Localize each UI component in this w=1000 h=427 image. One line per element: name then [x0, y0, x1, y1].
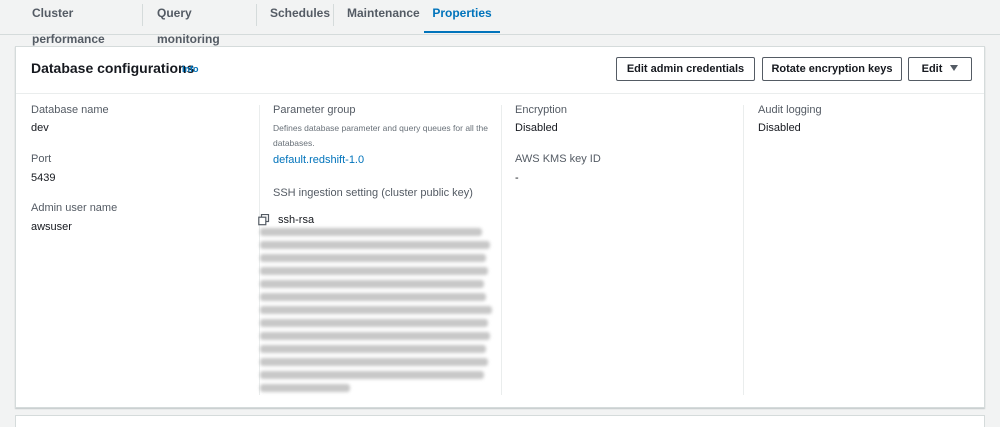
column-divider — [743, 105, 744, 395]
tab-cluster-performance[interactable]: Cluster performance — [32, 0, 147, 46]
database-configurations-panel: Database configurations Info Edit admin … — [15, 46, 985, 408]
admin-user-name-label: Admin user name — [31, 202, 118, 214]
tab-bar: Cluster performance Query monitoring Sch… — [0, 0, 1000, 46]
parameter-group-link[interactable]: default.redshift-1.0 — [273, 154, 364, 166]
panel-title: Database configurations — [31, 60, 195, 76]
tab-separator — [333, 4, 334, 26]
kms-key-id-value: - — [515, 172, 519, 184]
port-value: 5439 — [31, 172, 56, 184]
audit-logging-value: Disabled — [758, 122, 801, 134]
tab-query-monitoring[interactable]: Query monitoring — [157, 0, 257, 46]
edit-dropdown-button[interactable]: Edit — [908, 57, 972, 81]
ssh-ingestion-label: SSH ingestion setting (cluster public ke… — [273, 187, 473, 199]
info-link[interactable]: Info — [182, 64, 199, 74]
tab-schedules[interactable]: Schedules — [270, 0, 335, 33]
tab-properties[interactable]: Properties — [424, 0, 500, 33]
parameter-group-label: Parameter group — [273, 104, 356, 116]
database-name-value: dev — [31, 122, 49, 134]
edit-button-label: Edit — [921, 63, 943, 75]
database-name-label: Database name — [31, 104, 109, 116]
ssh-key-prefix: ssh-rsa — [278, 214, 315, 226]
panel-header: Database configurations Info Edit admin … — [16, 47, 984, 94]
copy-icon[interactable] — [258, 214, 270, 226]
edit-admin-credentials-button[interactable]: Edit admin credentials — [616, 57, 755, 81]
admin-user-name-value: awsuser — [31, 221, 72, 233]
tab-separator — [256, 4, 257, 26]
caret-down-icon — [950, 65, 959, 71]
port-label: Port — [31, 153, 52, 165]
parameter-group-description: Defines database parameter and query que… — [273, 123, 488, 148]
audit-logging-label: Audit logging — [758, 104, 822, 116]
tab-maintenance[interactable]: Maintenance — [347, 0, 422, 33]
kms-key-id-label: AWS KMS key ID — [515, 153, 601, 165]
column-divider — [501, 105, 502, 395]
rotate-encryption-keys-button[interactable]: Rotate encryption keys — [762, 57, 902, 81]
tab-separator — [142, 4, 143, 26]
encryption-value: Disabled — [515, 122, 558, 134]
encryption-label: Encryption — [515, 104, 567, 116]
next-panel-edge — [15, 415, 985, 427]
